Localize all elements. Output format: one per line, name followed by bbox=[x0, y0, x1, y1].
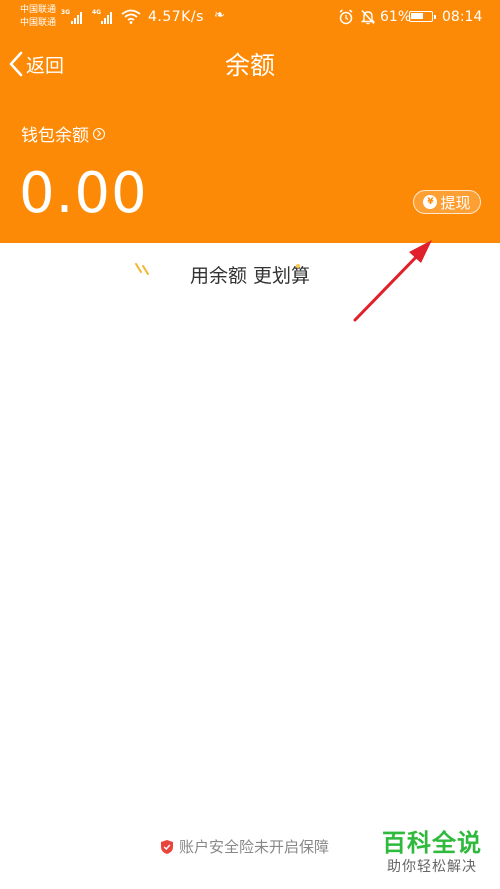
battery-icon bbox=[409, 11, 436, 22]
chevron-right-circle-icon bbox=[93, 127, 105, 140]
header-panel: 中国联通 中国联通 3G 4G 4.57K/s ❧ 61% 08:14 返回 余… bbox=[0, 0, 500, 243]
chevron-left-icon bbox=[9, 51, 23, 77]
page-title: 余额 bbox=[224, 51, 275, 80]
carrier-names: 中国联通 中国联通 bbox=[20, 4, 56, 30]
carrier-1: 中国联通 bbox=[20, 5, 57, 15]
watermark-subtitle: 助你轻松解决 bbox=[387, 859, 477, 875]
alarm-icon bbox=[339, 9, 353, 25]
security-notice[interactable]: 账户安全险未开启保障 bbox=[160, 836, 329, 857]
carrier-2: 中国联通 bbox=[20, 18, 57, 28]
withdraw-button[interactable]: ¥ 提现 bbox=[413, 190, 481, 214]
sparkle-dot-icon bbox=[296, 264, 300, 268]
balance-screen: 中国联通 中国联通 3G 4G 4.57K/s ❧ 61% 08:14 返回 余… bbox=[0, 0, 500, 889]
yen-icon: ¥ bbox=[423, 195, 438, 209]
back-label: 返回 bbox=[26, 54, 65, 77]
network-type-1: 3G bbox=[61, 9, 71, 16]
battery-percent: 61% bbox=[380, 9, 412, 25]
withdraw-label: 提现 bbox=[440, 193, 471, 212]
battery-level-fill bbox=[411, 13, 423, 19]
shield-icon bbox=[161, 839, 173, 854]
wallet-balance-label: 钱包余额 bbox=[21, 126, 89, 146]
network-speed: 4.57K/s bbox=[148, 9, 204, 25]
wifi-icon bbox=[121, 9, 141, 24]
balance-amount: 0.00 bbox=[19, 161, 148, 226]
watermark-logo: 百科全说 助你轻松解决 bbox=[376, 828, 488, 876]
status-bar: 中国联通 中国联通 3G 4G 4.57K/s ❧ 61% 08:14 bbox=[0, 0, 500, 36]
back-button[interactable]: 返回 bbox=[8, 50, 64, 78]
network-type-2: 4G bbox=[92, 9, 102, 16]
promo-slogan: 用余额 更划算 bbox=[189, 265, 311, 287]
signal-icon-1 bbox=[71, 12, 82, 24]
mute-bell-icon bbox=[360, 9, 376, 25]
wallet-balance-info[interactable]: 钱包余额 bbox=[21, 121, 105, 146]
security-notice-text: 账户安全险未开启保障 bbox=[179, 838, 330, 856]
signal-icon-2 bbox=[101, 12, 112, 24]
notification-icon: ❧ bbox=[214, 8, 225, 23]
clock: 08:14 bbox=[442, 9, 483, 25]
watermark-title: 百科全说 bbox=[382, 829, 482, 857]
